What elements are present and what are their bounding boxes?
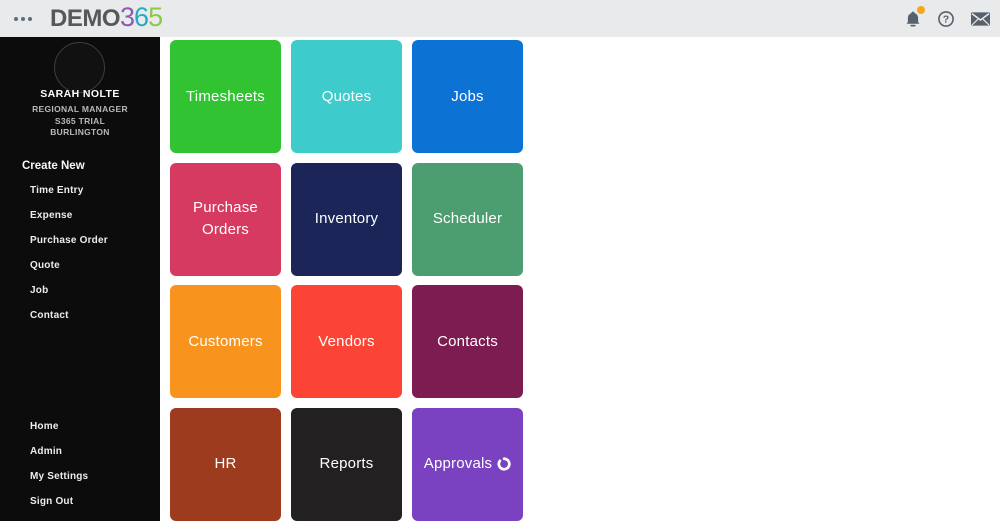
- sidebar-item-admin[interactable]: Admin: [0, 439, 160, 464]
- help-icon[interactable]: ?: [937, 10, 955, 28]
- sidebar-item-quote[interactable]: Quote: [0, 253, 160, 278]
- refresh-spinner-icon: [497, 457, 511, 471]
- tile-label: HR: [214, 455, 237, 472]
- tile-label: Contacts: [437, 332, 498, 350]
- profile-block: SARAH NOLTE REGIONAL MANAGER S365 TRIAL …: [0, 88, 160, 139]
- create-new-header: Create New: [22, 160, 85, 172]
- profile-name: SARAH NOLTE: [40, 88, 120, 100]
- tile-purchase-orders[interactable]: Purchase Orders: [170, 162, 281, 276]
- tile-label: Inventory: [314, 210, 379, 227]
- tile-contacts[interactable]: Contacts: [412, 285, 523, 398]
- tile-label: Reports: [319, 455, 374, 472]
- profile-location: BURLINGTON: [50, 127, 110, 137]
- tile-vendors[interactable]: Vendors: [291, 285, 402, 398]
- sidebar-item-my-settings[interactable]: My Settings: [0, 464, 160, 489]
- tile-timesheets[interactable]: Timesheets: [170, 40, 281, 153]
- tile-customers[interactable]: Customers: [170, 285, 281, 398]
- sidebar-item-contact[interactable]: Contact: [0, 303, 160, 328]
- profile-plan: S365 TRIAL: [54, 115, 106, 126]
- mail-envelope-icon[interactable]: [970, 11, 991, 27]
- tile-label: Timesheets: [186, 87, 265, 105]
- sidebar-item-sign-out[interactable]: Sign Out: [0, 489, 160, 514]
- tile-inventory[interactable]: Inventory: [291, 162, 402, 276]
- tile-label: Purchase Orders: [193, 199, 258, 238]
- tile-reports[interactable]: Reports: [291, 407, 402, 521]
- app-menu-ellipsis-icon[interactable]: [10, 11, 36, 27]
- create-new-nav: Create New Time Entry Expense Purchase O…: [0, 154, 160, 328]
- top-bar: DEMO 3 6 5 ?: [0, 0, 1000, 37]
- sidebar-item-home[interactable]: Home: [0, 414, 160, 439]
- logo-word: DEMO: [50, 4, 121, 32]
- tile-scheduler[interactable]: Scheduler: [412, 162, 523, 276]
- sidebar-item-purchase-order[interactable]: Purchase Order: [0, 228, 160, 253]
- notifications-bell-icon[interactable]: [904, 5, 925, 28]
- tile-label: Customers: [188, 332, 263, 350]
- profile-role: REGIONAL MANAGER: [32, 104, 128, 114]
- svg-text:?: ?: [943, 13, 949, 25]
- tile-jobs[interactable]: Jobs: [412, 40, 523, 153]
- tile-label: Approvals: [423, 455, 493, 472]
- tile-label: Scheduler: [432, 210, 503, 227]
- tile-grid: Timesheets Quotes Jobs Purchase Orders I…: [170, 40, 523, 521]
- tile-approvals[interactable]: Approvals: [412, 407, 523, 521]
- tile-label: Jobs: [451, 87, 484, 105]
- sidebar-item-job[interactable]: Job: [0, 278, 160, 303]
- sidebar-item-expense[interactable]: Expense: [0, 203, 160, 228]
- logo-digit-6: 6: [134, 1, 149, 32]
- logo-digit-3: 3: [120, 1, 135, 32]
- logo-digit-5: 5: [148, 1, 163, 32]
- tile-label: Vendors: [318, 332, 375, 350]
- profile-avatar[interactable]: [54, 42, 105, 93]
- tile-label: Quotes: [321, 87, 372, 105]
- notification-dot: [917, 5, 925, 14]
- tile-quotes[interactable]: Quotes: [291, 40, 402, 153]
- sidebar-item-time-entry[interactable]: Time Entry: [0, 178, 160, 203]
- tile-hr[interactable]: HR: [170, 407, 281, 521]
- bottom-nav: Home Admin My Settings Sign Out: [0, 414, 160, 514]
- demo365-logo: DEMO 3 6 5: [50, 1, 163, 33]
- sidebar: SARAH NOLTE REGIONAL MANAGER S365 TRIAL …: [0, 37, 160, 521]
